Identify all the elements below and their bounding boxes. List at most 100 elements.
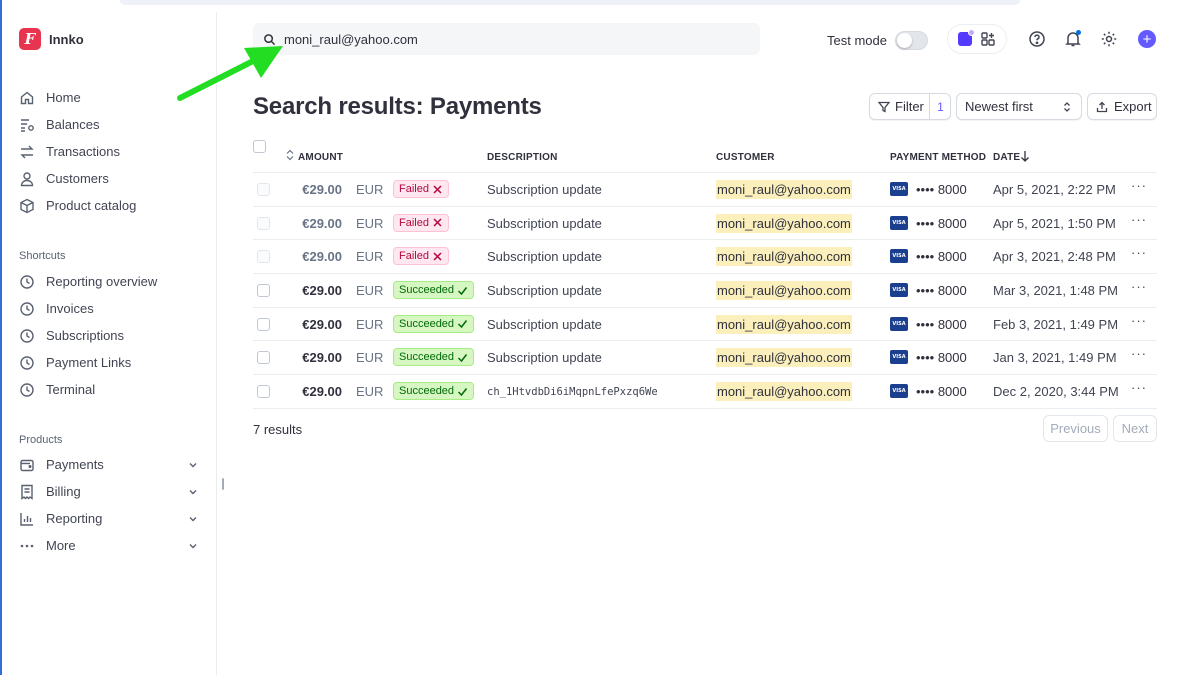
currency-cell: EUR xyxy=(356,384,384,400)
currency-cell: EUR xyxy=(356,316,384,332)
sidebar-item-reporting-overview[interactable]: Reporting overview xyxy=(19,268,199,295)
sidebar-item-label: Invoices xyxy=(46,301,94,316)
visa-card-icon: VISA xyxy=(890,283,908,298)
sidebar-item-billing[interactable]: Billing xyxy=(19,478,199,505)
customer-cell[interactable]: moni_raul@yahoo.com xyxy=(716,247,852,267)
add-app-icon[interactable] xyxy=(980,31,996,47)
column-header-date[interactable]: DATE xyxy=(993,152,1020,163)
sidebar-item-label: Home xyxy=(46,90,81,105)
amount-cell: €29.00 xyxy=(302,350,342,366)
row-more-options-icon[interactable]: ··· xyxy=(1131,279,1147,294)
customer-cell[interactable]: moni_raul@yahoo.com xyxy=(716,213,852,233)
check-icon xyxy=(458,353,468,363)
billing-icon xyxy=(21,484,33,500)
column-header-customer: CUSTOMER xyxy=(716,152,775,163)
search-bar[interactable] xyxy=(253,23,760,55)
sidebar-item-label: Reporting xyxy=(46,511,103,526)
row-checkbox[interactable] xyxy=(257,183,270,196)
sidebar-item-payment-links[interactable]: Payment Links xyxy=(19,349,199,376)
table-row[interactable]: €29.00 EUR Failed Subscription update moni_r… xyxy=(253,240,1157,275)
product-catalog-icon xyxy=(20,198,34,213)
customer-cell[interactable]: moni_raul@yahoo.com xyxy=(716,348,852,368)
chevron-down-icon[interactable] xyxy=(187,459,199,471)
sidebar-item-subscriptions[interactable]: Subscriptions xyxy=(19,322,199,349)
app-icon[interactable] xyxy=(958,29,975,46)
sidebar-item-transactions[interactable]: Transactions xyxy=(19,138,199,165)
status-badge: Succeeded xyxy=(393,382,475,401)
sidebar-item-label: Subscriptions xyxy=(46,328,125,343)
row-checkbox[interactable] xyxy=(257,385,270,399)
filter-button[interactable]: Filter 1 xyxy=(869,93,951,120)
sidebar-item-customers[interactable]: Customers xyxy=(19,165,199,192)
home-icon xyxy=(20,91,34,104)
row-checkbox[interactable] xyxy=(257,284,270,298)
sort-icon[interactable] xyxy=(285,149,295,161)
amount-cell: €29.00 xyxy=(302,215,342,231)
sidebar-resize-handle[interactable] xyxy=(222,478,224,490)
up-down-chevron-icon xyxy=(1064,102,1070,112)
description-cell: Subscription update xyxy=(487,283,602,299)
chevron-down-icon[interactable] xyxy=(187,486,199,498)
status-badge: Failed xyxy=(393,213,449,232)
table-row[interactable]: €29.00 EUR Succeeded Subscription update mon… xyxy=(253,274,1157,308)
sidebar-item-product-catalog[interactable]: Product catalog xyxy=(19,192,199,219)
check-icon xyxy=(458,320,468,329)
status-badge: Succeeded xyxy=(393,314,475,333)
row-checkbox[interactable] xyxy=(257,317,270,331)
table-body: €29.00 EUR Failed Subscription update moni_r… xyxy=(253,173,1157,409)
search-input[interactable] xyxy=(284,31,704,47)
payments-table: AMOUNT DESCRIPTION CUSTOMER PAYMENT METH… xyxy=(253,140,1157,409)
amount-cell: €29.00 xyxy=(302,182,342,197)
status-badge: Succeeded xyxy=(393,348,475,367)
amount-cell: €29.00 xyxy=(302,384,342,400)
export-icon xyxy=(1096,101,1108,112)
sidebar-item-payments[interactable]: Payments xyxy=(19,451,199,478)
chevron-down-icon[interactable] xyxy=(187,540,199,552)
test-mode-toggle[interactable] xyxy=(894,31,928,50)
results-count: 7 results xyxy=(253,422,303,437)
sort-select[interactable]: Newest first xyxy=(956,93,1082,120)
filter-icon xyxy=(878,101,890,113)
sidebar-item-terminal[interactable]: Terminal xyxy=(19,376,199,403)
previous-page-button[interactable]: Previous xyxy=(1043,415,1108,442)
create-plus-button[interactable]: + xyxy=(1138,30,1156,48)
row-more-options-icon[interactable]: ··· xyxy=(1131,346,1147,361)
date-cell: Mar 3, 2021, 1:48 PM xyxy=(993,283,1119,299)
sidebar-item-invoices[interactable]: Invoices xyxy=(19,295,199,322)
test-mode-control: Test mode xyxy=(827,31,928,50)
brand[interactable]: F Innko xyxy=(19,28,84,50)
next-page-button[interactable]: Next xyxy=(1113,415,1157,442)
row-more-options-icon[interactable]: ··· xyxy=(1131,245,1147,260)
row-checkbox[interactable] xyxy=(257,250,270,264)
customer-cell[interactable]: moni_raul@yahoo.com xyxy=(716,382,852,402)
customer-cell[interactable]: moni_raul@yahoo.com xyxy=(716,180,852,199)
transactions-icon xyxy=(20,145,34,158)
visa-card-icon: VISA xyxy=(890,182,908,196)
sidebar-item-balances[interactable]: Balances xyxy=(19,111,199,138)
row-checkbox[interactable] xyxy=(257,216,270,230)
table-row[interactable]: €29.00 EUR Failed Subscription update moni_r… xyxy=(253,207,1157,241)
sidebar-item-more[interactable]: More xyxy=(19,532,199,559)
customer-cell[interactable]: moni_raul@yahoo.com xyxy=(716,281,852,301)
help-icon[interactable] xyxy=(1028,30,1046,48)
table-row[interactable]: €29.00 EUR Succeeded ch_1HtvdbDi6iMqpnLfePx… xyxy=(253,375,1157,409)
row-more-options-icon[interactable]: ··· xyxy=(1131,212,1147,227)
row-more-options-icon[interactable]: ··· xyxy=(1131,313,1147,328)
card-last4: •••• 8000 xyxy=(916,283,967,299)
customer-cell[interactable]: moni_raul@yahoo.com xyxy=(716,314,852,334)
sidebar-item-label: Customers xyxy=(46,171,109,186)
gear-icon[interactable] xyxy=(1100,30,1118,48)
table-row[interactable]: €29.00 EUR Failed Subscription update moni_r… xyxy=(253,173,1157,207)
select-all-checkbox[interactable] xyxy=(253,140,266,153)
table-row[interactable]: €29.00 EUR Succeeded Subscription update mon… xyxy=(253,341,1157,376)
chevron-down-icon[interactable] xyxy=(187,513,199,525)
row-more-options-icon[interactable]: ··· xyxy=(1131,380,1147,395)
sidebar-item-reporting[interactable]: Reporting xyxy=(19,505,199,532)
row-more-options-icon[interactable]: ··· xyxy=(1131,178,1147,193)
card-last4: •••• 8000 xyxy=(916,316,967,332)
column-header-amount[interactable]: AMOUNT xyxy=(298,152,343,163)
table-row[interactable]: €29.00 EUR Succeeded Subscription update mon… xyxy=(253,308,1157,342)
row-checkbox[interactable] xyxy=(257,351,270,365)
export-button[interactable]: Export xyxy=(1087,93,1157,120)
card-last4: •••• 8000 xyxy=(916,215,967,231)
